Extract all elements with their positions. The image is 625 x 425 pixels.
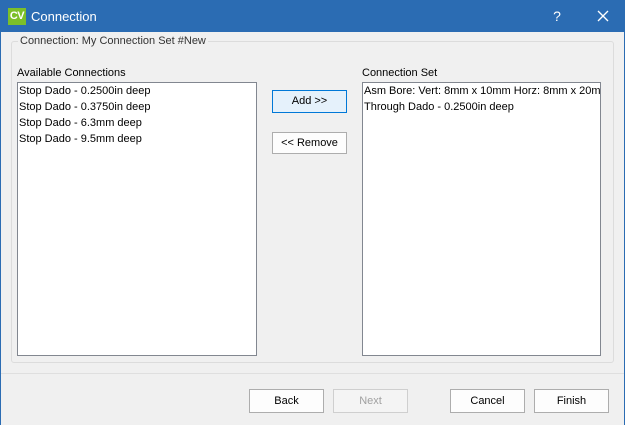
close-button[interactable] [585,1,621,32]
group-legend: Connection: My Connection Set #New [18,33,208,49]
list-item[interactable]: Stop Dado - 0.3750in deep [18,99,256,115]
back-button[interactable]: Back [249,389,324,413]
dialog-body: Connection: My Connection Set #New Avail… [1,33,624,373]
finish-button[interactable]: Finish [534,389,609,413]
list-item[interactable]: Stop Dado - 6.3mm deep [18,115,256,131]
dialog-footer: Back Next Cancel Finish [1,373,624,425]
connection-group: Connection: My Connection Set #New Avail… [11,33,614,363]
help-button[interactable]: ? [541,1,573,32]
title-bar[interactable]: CV Connection ? [1,1,624,32]
connection-dialog: CV Connection ? Connection: My Connectio… [0,0,625,425]
cancel-button[interactable]: Cancel [450,389,525,413]
list-item[interactable]: Stop Dado - 0.2500in deep [18,83,256,99]
connection-set-list[interactable]: Asm Bore: Vert: 8mm x 10mm Horz: 8mm x 2… [362,82,601,356]
available-connections-label: Available Connections [17,67,126,79]
list-item[interactable]: Through Dado - 0.2500in deep [363,99,600,115]
close-icon [597,10,609,22]
add-button[interactable]: Add >> [272,90,347,113]
connection-set-label: Connection Set [362,67,438,79]
remove-button[interactable]: << Remove [272,132,347,154]
window-title: Connection [31,9,97,24]
next-button[interactable]: Next [333,389,408,413]
available-connections-list[interactable]: Stop Dado - 0.2500in deep Stop Dado - 0.… [17,82,257,356]
list-item[interactable]: Stop Dado - 9.5mm deep [18,131,256,147]
app-logo-icon: CV [8,8,26,25]
list-item[interactable]: Asm Bore: Vert: 8mm x 10mm Horz: 8mm x 2… [363,83,600,99]
